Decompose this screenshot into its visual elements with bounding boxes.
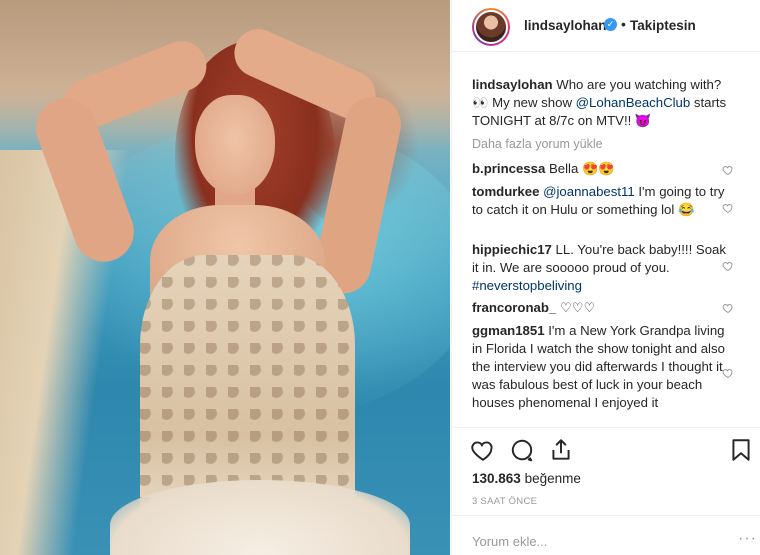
comment-bubble-icon[interactable]: [509, 437, 535, 463]
post-sidebar: lindsaylohan ✓ • Takiptesin lindsaylohan…: [451, 0, 760, 555]
list-item: tomdurkee @joannabest11 I'm going to try…: [472, 184, 725, 217]
avatar[interactable]: [472, 8, 510, 46]
comment-user[interactable]: francoronab_: [472, 300, 556, 315]
share-icon[interactable]: [548, 437, 574, 463]
more-options-icon[interactable]: ···: [738, 530, 757, 548]
list-item: hippiechic17 LL. You're back baby!!!! So…: [472, 242, 726, 293]
comment-user[interactable]: tomdurkee: [472, 184, 539, 199]
post-header: lindsaylohan ✓ • Takiptesin: [452, 0, 760, 52]
username-link[interactable]: lindsaylohan: [524, 18, 607, 33]
list-item: francoronab_ ♡♡♡: [472, 300, 596, 315]
caption-mention-link[interactable]: @LohanBeachClub: [576, 95, 691, 110]
likes-count[interactable]: 130.863 beğenme: [472, 471, 581, 486]
like-heart-icon[interactable]: [470, 437, 496, 463]
divider: [452, 427, 760, 428]
action-bar: [452, 435, 760, 465]
verified-badge-icon: ✓: [604, 18, 617, 31]
comments-list: lindsaylohan Who are you watching with? …: [452, 68, 760, 428]
separator-dot: •: [621, 16, 626, 32]
follow-status-button[interactable]: Takiptesin: [630, 18, 696, 33]
caption: lindsaylohan Who are you watching with? …: [472, 77, 727, 128]
comment-like-heart-icon[interactable]: [722, 367, 734, 379]
comment-hashtag-link[interactable]: #neverstopbeliving: [472, 278, 582, 293]
post-photo[interactable]: [0, 0, 450, 555]
list-item: ggman1851 I'm a New York Grandpa living …: [472, 323, 725, 410]
comment-user[interactable]: b.princessa: [472, 161, 545, 176]
comment-like-heart-icon[interactable]: [722, 302, 734, 314]
comment-user[interactable]: ggman1851: [472, 323, 545, 338]
photo-face: [195, 95, 275, 195]
add-comment-input[interactable]: Yorum ekle...: [472, 534, 547, 549]
bookmark-icon[interactable]: [728, 437, 754, 463]
comment-mention-link[interactable]: @joannabest11: [543, 184, 635, 199]
comment-like-heart-icon[interactable]: [722, 260, 734, 272]
post-timestamp[interactable]: 3 SAAT ÖNCE: [472, 496, 537, 507]
divider: [452, 515, 760, 516]
list-item: b.princessa Bella 😍😍: [472, 161, 615, 176]
comment-user[interactable]: hippiechic17: [472, 242, 552, 257]
comment-like-heart-icon[interactable]: [722, 202, 734, 214]
comment-like-heart-icon[interactable]: [722, 164, 734, 176]
load-more-comments-button[interactable]: Daha fazla yorum yükle: [472, 137, 603, 151]
caption-user[interactable]: lindsaylohan: [472, 77, 553, 92]
